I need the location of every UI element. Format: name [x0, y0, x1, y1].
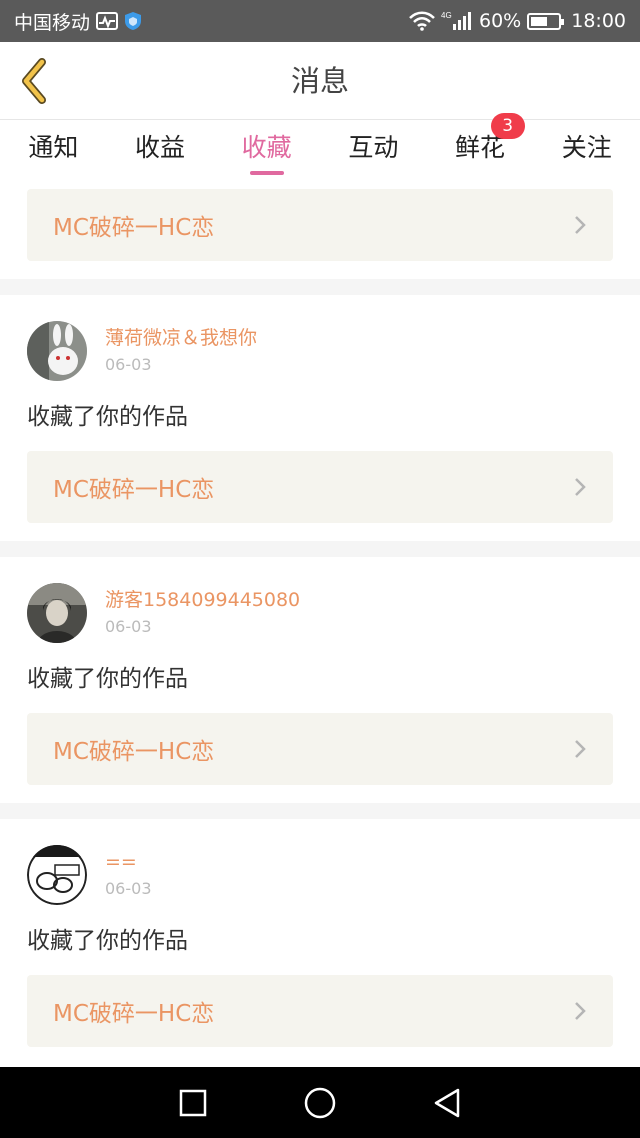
triangle-back-icon — [434, 1088, 459, 1117]
wifi-icon — [409, 11, 435, 31]
message-date: 06-03 — [105, 879, 152, 898]
work-title: MC破碎一HC恋 — [53, 1001, 215, 1027]
battery-percent: 60% — [479, 10, 522, 32]
shield-icon — [124, 11, 142, 31]
tab-interactions[interactable]: 互动 — [320, 121, 427, 181]
active-tab-indicator — [249, 171, 284, 175]
list-item: MC破碎一HC恋 — [0, 181, 640, 279]
tab-notifications[interactable]: 通知 — [0, 121, 107, 181]
list-item: == 06-03 收藏了你的作品 MC破碎一HC恋 — [0, 819, 640, 1065]
tab-favorites[interactable]: 收藏 — [213, 121, 320, 181]
username[interactable]: 薄荷微凉＆我想你 — [105, 323, 257, 353]
work-link[interactable]: MC破碎一HC恋 — [27, 713, 613, 785]
tab-label: 通知 — [28, 133, 79, 162]
username[interactable]: == — [105, 847, 152, 877]
work-link[interactable]: MC破碎一HC恋 — [27, 451, 613, 523]
favorites-feed[interactable]: MC破碎一HC恋 薄荷微凉＆我想你 06-03 收藏了你的作品 MC破碎一HC恋… — [0, 181, 640, 1067]
list-item: 游客1584099445080 06-03 收藏了你的作品 MC破碎一HC恋 — [0, 557, 640, 803]
tab-label: 互动 — [348, 133, 399, 162]
avatar[interactable] — [27, 321, 87, 381]
work-link[interactable]: MC破碎一HC恋 — [27, 189, 613, 261]
message-date: 06-03 — [105, 355, 152, 374]
app-header: 消息 — [0, 42, 640, 120]
battery-icon — [527, 12, 565, 30]
tab-label: 收益 — [135, 133, 186, 162]
battery-level — [531, 16, 547, 26]
chevron-right-icon — [575, 1002, 586, 1020]
carrier-name: 中国移动 — [14, 11, 91, 34]
tab-earnings[interactable]: 收益 — [107, 121, 214, 181]
avatar[interactable] — [27, 583, 87, 643]
divider — [0, 279, 640, 295]
page-title: 消息 — [290, 64, 349, 98]
tab-flowers[interactable]: 鲜花 3 — [427, 113, 534, 181]
person-avatar-icon — [27, 583, 87, 643]
network-type: 4G — [441, 11, 452, 20]
chevron-right-icon — [575, 216, 586, 234]
signal-icon: 4G — [441, 10, 473, 32]
work-link[interactable]: MC破碎一HC恋 — [27, 975, 613, 1047]
chevron-right-icon — [575, 478, 586, 496]
action-text: 收藏了你的作品 — [27, 404, 188, 430]
tab-follows[interactable]: 关注 — [533, 121, 640, 181]
divider — [0, 541, 640, 557]
chevron-right-icon — [575, 740, 586, 758]
action-text: 收藏了你的作品 — [27, 928, 188, 954]
status-bar: 中国移动 4G 60% 18:00 — [0, 0, 640, 42]
clock: 18:00 — [571, 10, 626, 32]
recents-button[interactable] — [173, 1083, 213, 1123]
work-title: MC破碎一HC恋 — [53, 477, 215, 503]
action-text: 收藏了你的作品 — [27, 666, 188, 692]
system-nav-bar — [0, 1067, 640, 1138]
tab-label: 关注 — [561, 133, 612, 162]
work-title: MC破碎一HC恋 — [53, 215, 215, 241]
divider — [0, 803, 640, 819]
list-item: 薄荷微凉＆我想你 06-03 收藏了你的作品 MC破碎一HC恋 — [0, 295, 640, 541]
square-icon — [180, 1089, 207, 1116]
home-button[interactable] — [300, 1083, 340, 1123]
cartoon-avatar-icon — [27, 845, 87, 905]
activity-icon — [96, 12, 119, 30]
message-tabs: 通知 收益 收藏 互动 鲜花 3 关注 — [0, 113, 640, 181]
back-nav-button[interactable] — [427, 1083, 467, 1123]
message-date: 06-03 — [105, 617, 152, 636]
unread-badge: 3 — [490, 113, 525, 139]
tab-label: 收藏 — [241, 133, 292, 162]
circle-icon — [304, 1087, 336, 1118]
work-title: MC破碎一HC恋 — [53, 739, 215, 765]
username[interactable]: 游客1584099445080 — [105, 585, 300, 615]
rabbit-avatar-icon — [27, 321, 87, 381]
avatar[interactable] — [27, 845, 87, 905]
